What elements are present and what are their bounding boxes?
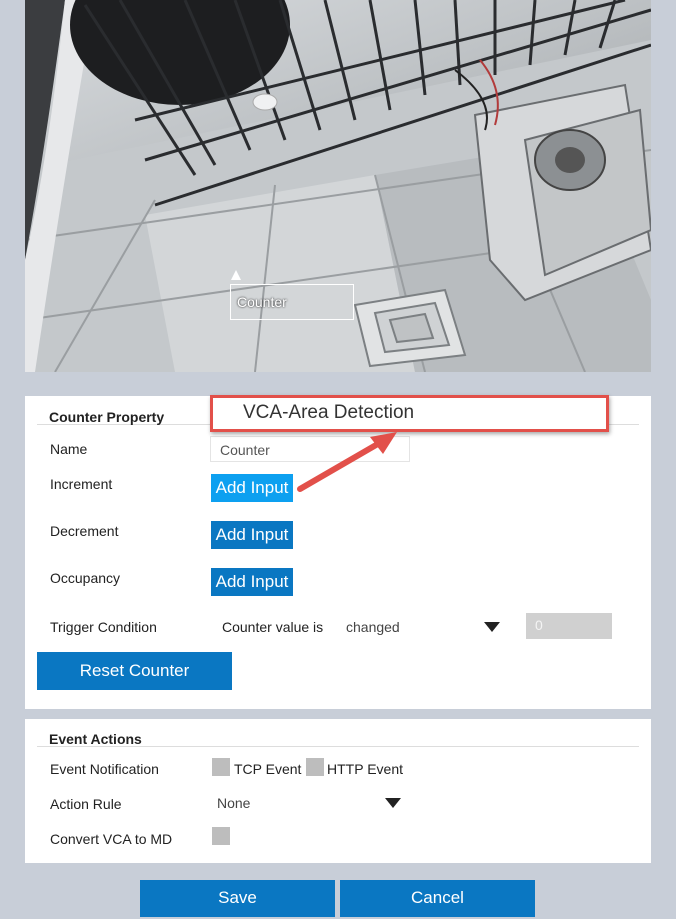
counter-zone-label[interactable]: Counter: [230, 284, 354, 320]
event-actions-title: Event Actions: [37, 729, 639, 747]
action-rule-label: Action Rule: [50, 796, 122, 812]
event-notification-label: Event Notification: [50, 761, 159, 777]
counter-zone-handle[interactable]: [231, 270, 241, 280]
trigger-condition-value: changed: [346, 619, 400, 635]
http-event-checkbox[interactable]: [306, 758, 324, 776]
camera-view[interactable]: Counter: [25, 0, 651, 372]
name-input[interactable]: Counter: [210, 436, 410, 462]
action-rule-value: None: [217, 795, 251, 811]
tcp-event-label: TCP Event: [234, 761, 302, 777]
action-rule-select[interactable]: None: [209, 789, 403, 817]
convert-vca-to-md-checkbox[interactable]: [212, 827, 230, 845]
occupancy-add-input-button[interactable]: Add Input: [211, 568, 293, 596]
counter-property-panel: Counter Property Name Counter Increment …: [25, 396, 651, 709]
convert-vca-to-md-label: Convert VCA to MD: [50, 831, 173, 847]
trigger-condition-select[interactable]: changed: [338, 613, 502, 641]
http-event-label: HTTP Event: [327, 761, 403, 777]
save-button[interactable]: Save: [140, 880, 335, 917]
decrement-add-input-button[interactable]: Add Input: [211, 521, 293, 549]
reset-counter-button[interactable]: Reset Counter: [37, 652, 232, 690]
cancel-button[interactable]: Cancel: [340, 880, 535, 917]
chevron-down-icon: [385, 798, 401, 808]
name-label: Name: [50, 441, 88, 457]
annotation-callout: VCA-Area Detection: [210, 395, 609, 432]
chevron-down-icon: [484, 622, 500, 632]
trigger-prefix-label: Counter value is: [222, 619, 324, 635]
occupancy-label: Occupancy: [50, 570, 121, 586]
trigger-condition-label: Trigger Condition: [50, 619, 157, 635]
increment-add-input-button[interactable]: Add Input: [211, 474, 293, 502]
decrement-label: Decrement: [50, 523, 119, 539]
increment-label: Increment: [50, 476, 113, 492]
tcp-event-checkbox[interactable]: [212, 758, 230, 776]
event-actions-panel: Event Actions Event Notification TCP Eve…: [25, 719, 651, 863]
trigger-value-input[interactable]: 0: [526, 613, 612, 639]
